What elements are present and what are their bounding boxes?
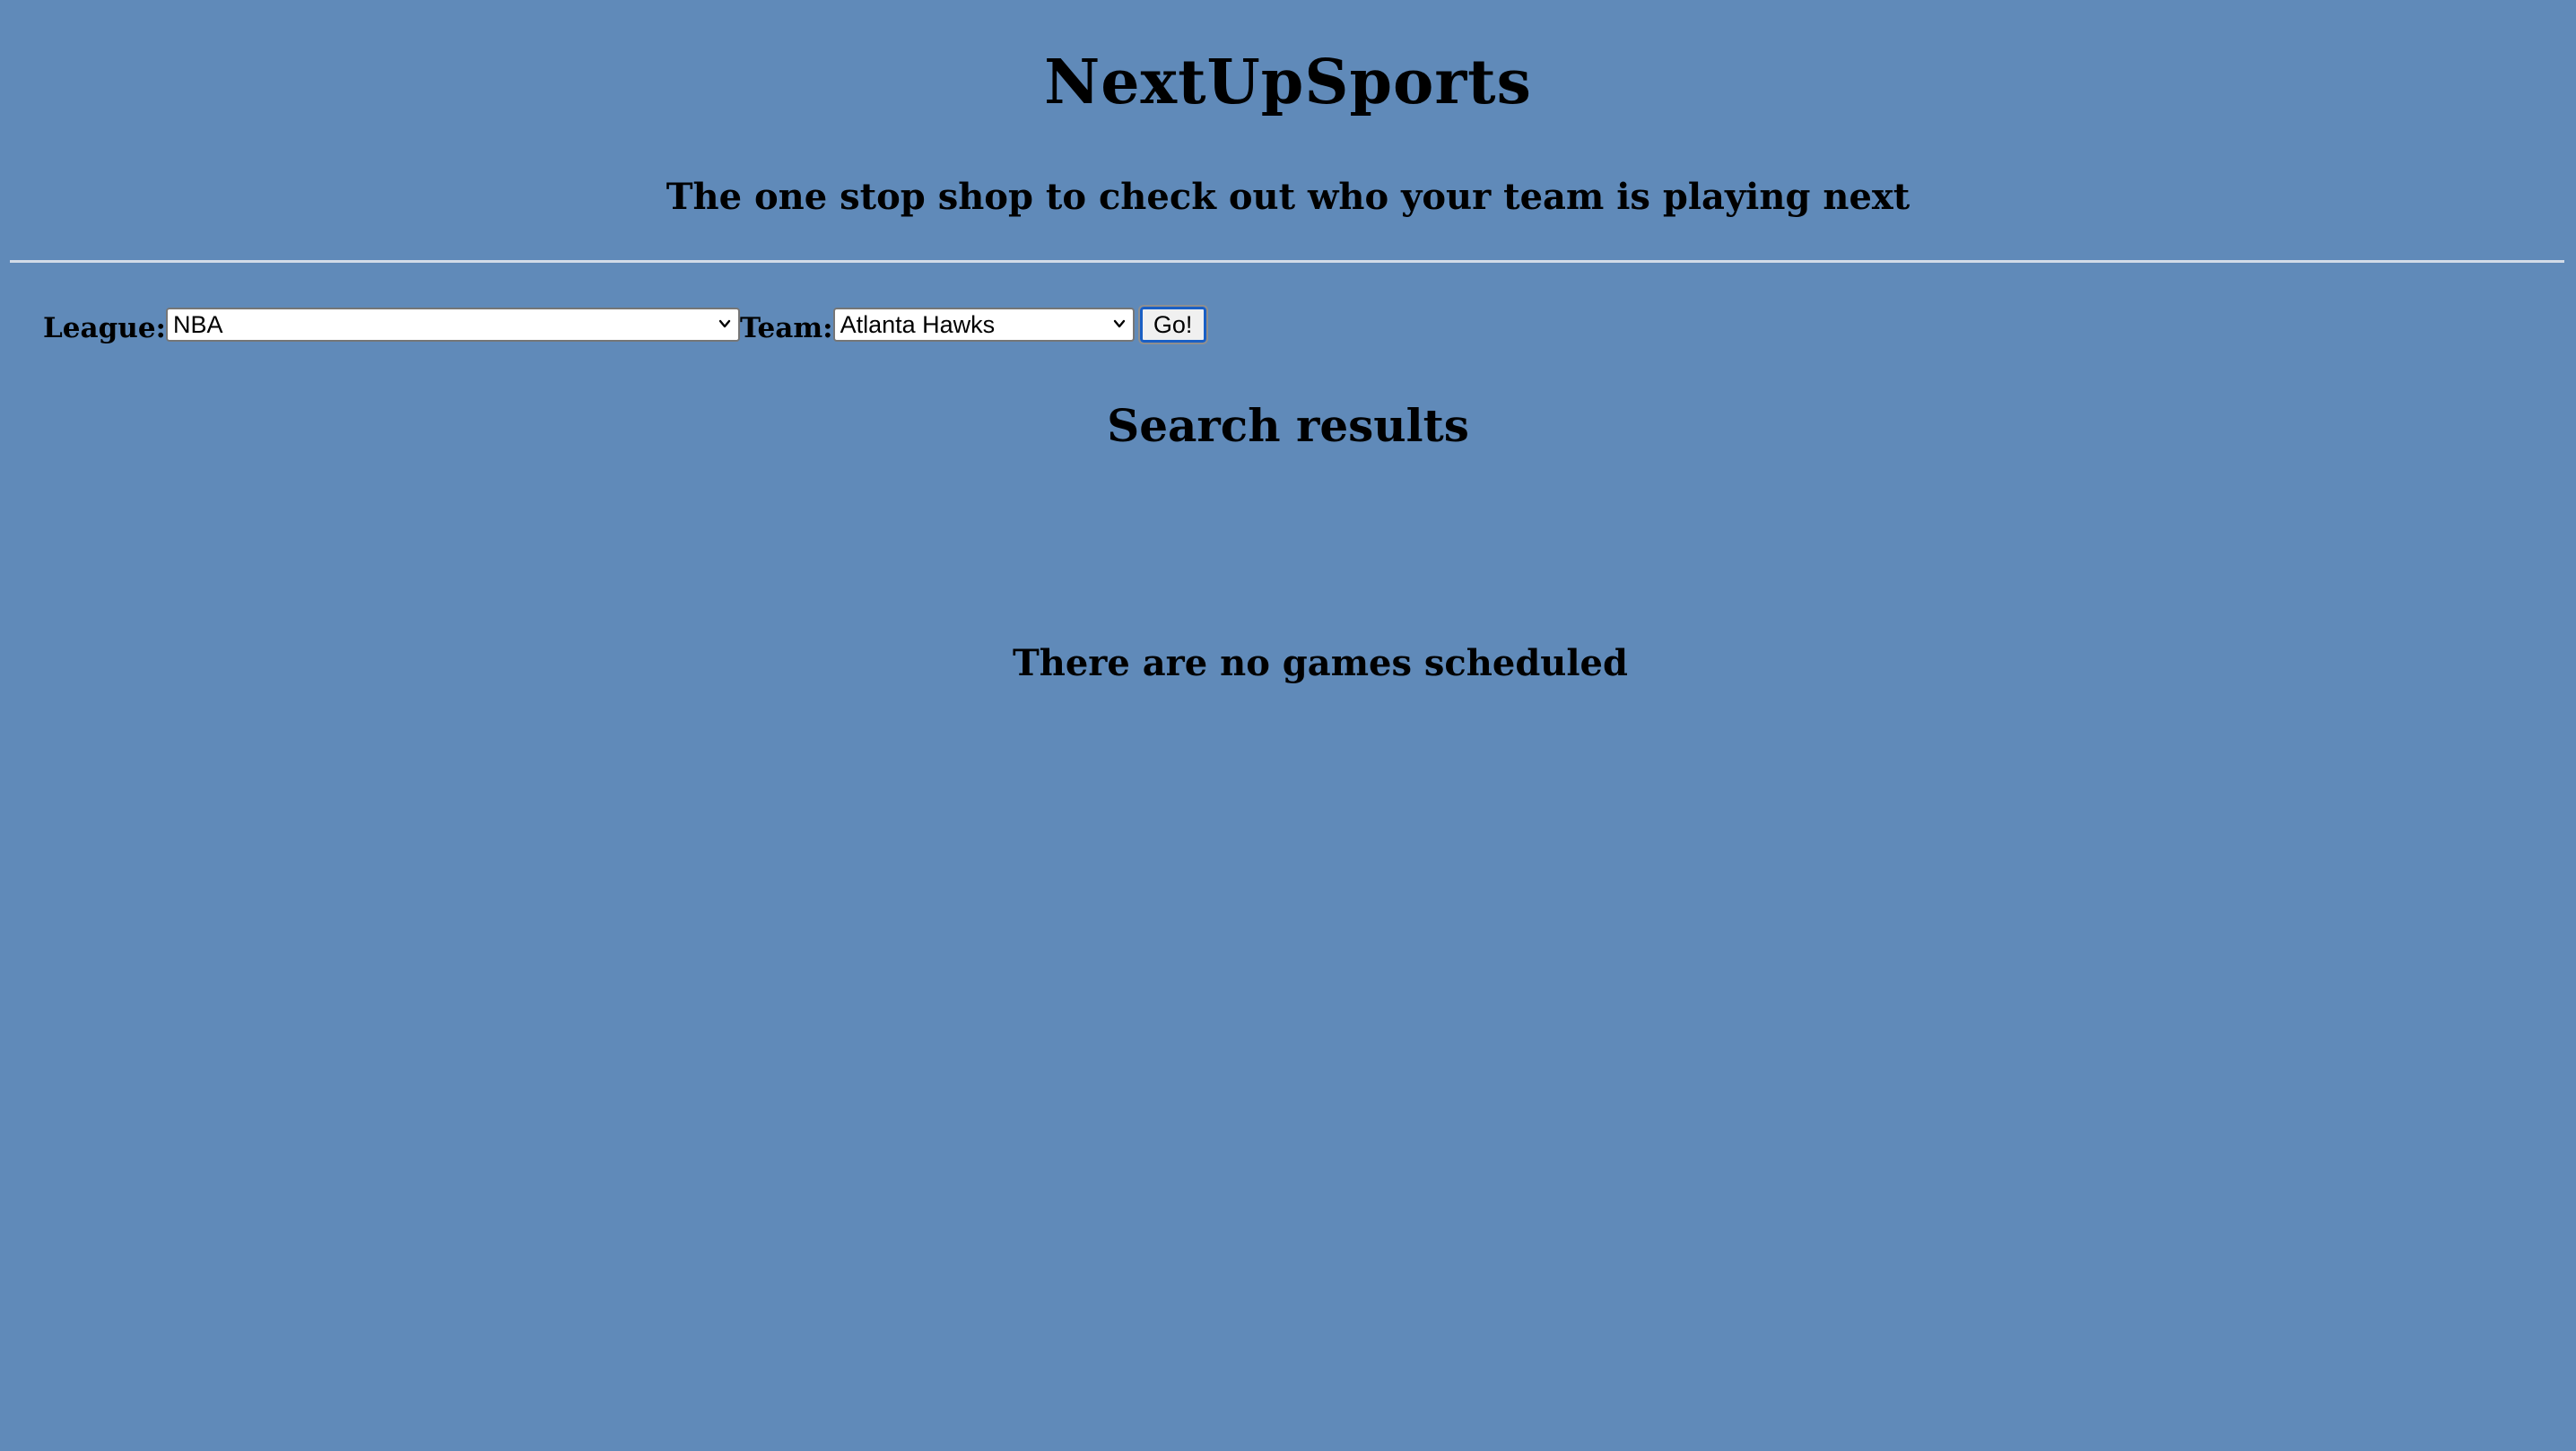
go-button[interactable]: Go!	[1137, 305, 1208, 344]
results-heading: Search results	[1107, 399, 1469, 452]
league-label: League:	[43, 312, 166, 344]
team-select[interactable]: Atlanta Hawks	[832, 308, 1135, 342]
team-label: Team:	[740, 312, 833, 344]
no-games-message: There are no games scheduled	[1013, 642, 1628, 684]
search-form: League: NBA Team: Atlanta Hawks Go!	[43, 305, 1208, 344]
league-select[interactable]: NBA	[166, 308, 740, 342]
tagline: The one stop shop to check out who your …	[666, 176, 1910, 218]
team-select-value: Atlanta Hawks	[840, 311, 996, 338]
chevron-down-icon	[1113, 319, 1125, 328]
site-title: NextUpSports	[1044, 47, 1532, 118]
header-divider	[10, 260, 2564, 263]
chevron-down-icon	[718, 319, 731, 328]
league-select-value: NBA	[173, 311, 223, 338]
